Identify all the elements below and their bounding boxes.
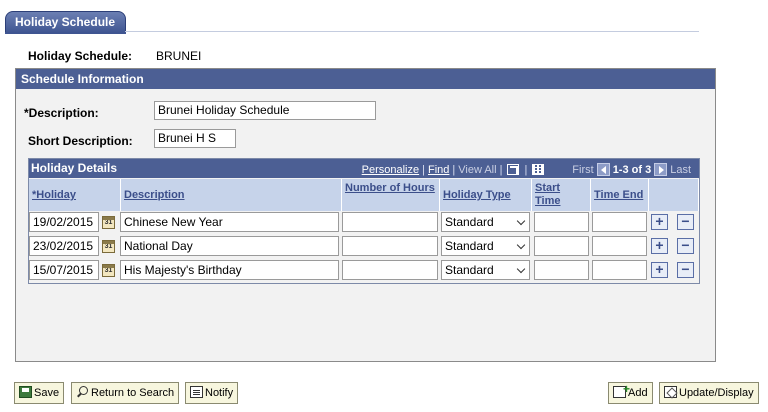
download-grid-icon[interactable] (532, 164, 545, 175)
time-end-input[interactable] (592, 212, 647, 232)
number-of-hours-input[interactable] (342, 236, 438, 256)
grid-navigation: Personalize | Find | View All | | First 1-3 of 3… (362, 163, 691, 176)
add-row-button[interactable]: + (651, 214, 668, 230)
nav-separator: | (499, 163, 503, 176)
add-row-button[interactable]: + (651, 262, 668, 278)
notify-label: Notify (205, 387, 234, 399)
add-icon (613, 382, 630, 398)
number-of-hours-input[interactable] (342, 212, 438, 232)
tab-divider (125, 31, 699, 32)
search-icon (76, 386, 89, 398)
holiday-date-input[interactable]: 19/02/2015 (29, 212, 99, 232)
holiday-date-input[interactable]: 23/02/2015 (29, 236, 99, 256)
notify-button[interactable]: Notify (185, 382, 239, 404)
holiday-type-value: Standard (445, 215, 494, 229)
holiday-schedule-value: BRUNEI (156, 49, 202, 63)
grid-header-bar: Holiday Details Personalize | Find | View Al… (29, 159, 699, 178)
start-time-input[interactable] (534, 236, 589, 256)
view-all-link[interactable]: View All (458, 164, 496, 176)
save-button[interactable]: Save (14, 382, 65, 404)
find-link[interactable]: Find (428, 164, 449, 176)
nav-separator: | (524, 163, 528, 176)
chevron-down-icon (516, 264, 526, 274)
nav-separator: | (422, 163, 425, 176)
next-row-icon[interactable] (654, 163, 668, 176)
return-to-search-label: Return to Search (91, 387, 175, 399)
time-end-input[interactable] (592, 260, 647, 280)
holiday-type-select[interactable]: Standard (441, 260, 530, 280)
notify-icon (190, 386, 203, 398)
short-description-input[interactable]: Brunei H S (154, 129, 236, 148)
calendar-icon[interactable]: 31 (102, 240, 115, 253)
previous-row-icon[interactable] (596, 163, 610, 176)
tab-underline (5, 32, 126, 34)
column-header-description[interactable]: Description (121, 179, 342, 211)
nav-separator: | (452, 163, 456, 176)
delete-row-button[interactable]: − (677, 238, 694, 254)
start-time-input[interactable] (534, 260, 589, 280)
calendar-icon[interactable]: 31 (102, 216, 115, 229)
column-header-start-time[interactable]: Start Time (532, 179, 591, 211)
column-header-holiday-type[interactable]: Holiday Type (440, 179, 532, 211)
holiday-description-input[interactable]: His Majesty's Birthday (120, 260, 339, 280)
row-count: 1-3 of 3 (612, 163, 652, 176)
calendar-icon[interactable]: 31 (102, 264, 115, 277)
save-label: Save (34, 387, 60, 399)
chevron-down-icon (516, 216, 526, 226)
column-header-number-of-hours[interactable]: Number of Hours (342, 179, 440, 211)
description-label: *Description: (24, 106, 99, 120)
holiday-type-value: Standard (445, 263, 494, 277)
column-header-time-end[interactable]: Time End (591, 179, 649, 211)
number-of-hours-input[interactable] (342, 260, 438, 280)
holiday-description-input[interactable]: Chinese New Year (120, 212, 339, 232)
add-button[interactable]: Add (608, 382, 653, 404)
update-display-icon (664, 386, 677, 398)
schedule-information-title: Schedule Information (16, 69, 715, 89)
last-link[interactable]: Last (670, 164, 691, 176)
zoom-icon[interactable] (507, 164, 520, 175)
column-header-actions (649, 179, 699, 211)
add-label: Add (628, 387, 648, 399)
column-header-holiday[interactable]: *Holiday (29, 179, 121, 211)
update-display-label: Update/Display (679, 387, 754, 399)
personalize-link[interactable]: Personalize (362, 164, 419, 176)
save-icon (19, 386, 32, 398)
first-link[interactable]: First (572, 164, 593, 176)
grid-title: Holiday Details (31, 161, 118, 175)
holiday-type-value: Standard (445, 239, 494, 253)
update-display-button[interactable]: Update/Display (659, 382, 759, 404)
time-end-input[interactable] (592, 236, 647, 256)
holiday-description-input[interactable]: National Day (120, 236, 339, 256)
delete-row-button[interactable]: − (677, 214, 694, 230)
add-row-button[interactable]: + (651, 238, 668, 254)
chevron-down-icon (516, 240, 526, 250)
return-to-search-button[interactable]: Return to Search (71, 382, 180, 404)
holiday-date-input[interactable]: 15/07/2015 (29, 260, 99, 280)
short-description-label: Short Description: (28, 134, 133, 148)
holiday-type-select[interactable]: Standard (441, 212, 530, 232)
holiday-type-select[interactable]: Standard (441, 236, 530, 256)
delete-row-button[interactable]: − (677, 262, 694, 278)
description-input[interactable]: Brunei Holiday Schedule (154, 101, 376, 120)
start-time-input[interactable] (534, 212, 589, 232)
tab-holiday-schedule[interactable]: Holiday Schedule (5, 11, 126, 33)
holiday-schedule-label: Holiday Schedule: (28, 49, 133, 63)
